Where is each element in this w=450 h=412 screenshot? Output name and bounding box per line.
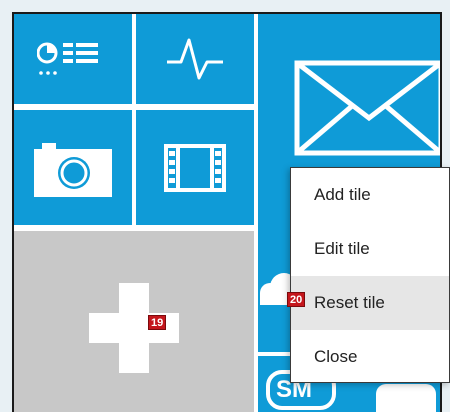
activity-tile[interactable]	[136, 14, 254, 104]
envelope-icon	[294, 60, 440, 156]
camera-tile[interactable]	[14, 110, 132, 225]
callout-badge-19: 19	[148, 315, 167, 330]
tile-context-menu: Add tile Edit tile Reset tile Close	[290, 167, 450, 383]
add-tile-placeholder[interactable]	[14, 231, 254, 412]
pulse-icon	[167, 38, 223, 80]
dashboard-list-icon	[37, 42, 98, 75]
menu-item-label: Edit tile	[314, 239, 370, 258]
menu-item-close[interactable]: Close	[291, 330, 449, 384]
person-icon	[376, 384, 436, 412]
menu-item-label: Add tile	[314, 185, 371, 204]
film-icon	[164, 143, 226, 192]
menu-item-label: Reset tile	[314, 293, 385, 312]
video-tile[interactable]	[136, 110, 254, 225]
callout-badge-20: 20	[287, 292, 306, 307]
menu-item-reset-tile[interactable]: Reset tile	[291, 276, 449, 330]
charts-tile[interactable]	[14, 14, 132, 104]
menu-item-edit-tile[interactable]: Edit tile	[291, 222, 449, 276]
menu-item-add-tile[interactable]: Add tile	[291, 168, 449, 222]
camera-icon	[34, 142, 112, 197]
menu-item-label: Close	[314, 347, 358, 366]
